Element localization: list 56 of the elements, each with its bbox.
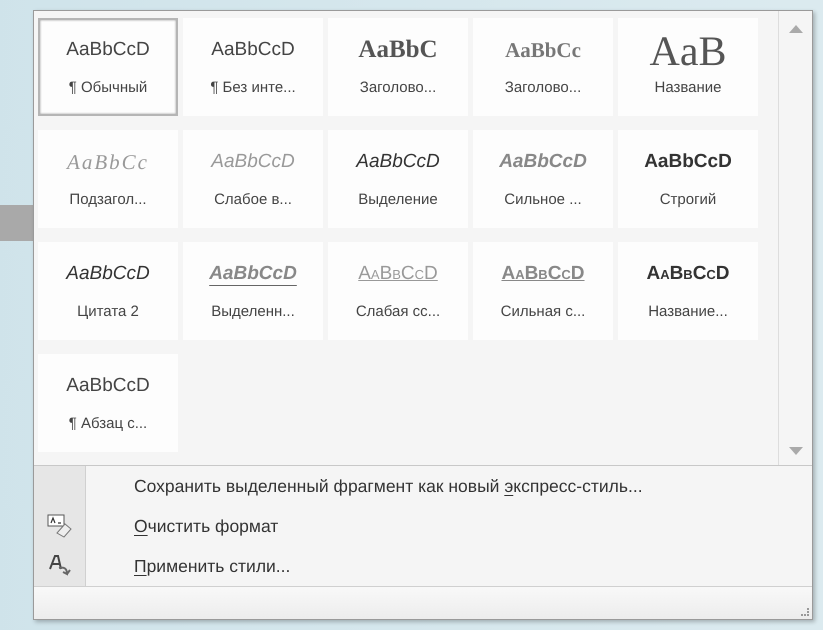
clear-format-icon	[46, 514, 72, 538]
menu-item[interactable]: Очистить формат	[130, 512, 282, 540]
style-label: Выделенн...	[211, 302, 295, 322]
style-label: ¶ Абзац с...	[68, 414, 148, 434]
style-label: Цитата 2	[77, 302, 139, 322]
style-tile[interactable]: AaBbCcD ¶ Абзац с...	[38, 354, 178, 452]
style-label: Заголово...	[360, 78, 436, 98]
style-sample: AaBbCcD	[356, 150, 440, 174]
style-tile[interactable]: AaBbCcD Цитата 2	[38, 242, 178, 340]
style-label: Слабое в...	[214, 190, 292, 210]
style-sample: AaBbCcD	[646, 262, 730, 286]
style-tile[interactable]: AaBbCcD ¶ Обычный	[38, 18, 178, 116]
style-sample: AaBbCcD	[66, 374, 150, 398]
style-label: Название	[654, 78, 722, 98]
style-label: Заголово...	[504, 78, 582, 98]
style-sample: AaBbCcD	[499, 150, 587, 174]
style-tile[interactable]: AaBbCcD Сильное ...	[473, 130, 613, 228]
style-label: ¶ Без инте...	[210, 78, 296, 98]
style-sample: AaBbCcD	[211, 38, 295, 62]
menu-item[interactable]: Применить стили...	[130, 552, 294, 580]
style-label: Сильная с...	[500, 302, 586, 322]
style-label: Слабая сс...	[356, 302, 440, 322]
style-sample: AaBbCc	[67, 148, 149, 176]
style-tile[interactable]: AaBbCcD Строгий	[618, 130, 758, 228]
menu-item[interactable]: Сохранить выделенный фрагмент как новый экспресс-стиль...	[130, 472, 647, 500]
style-tile[interactable]: AaBbCcD Сильная с...	[473, 242, 613, 340]
style-tile[interactable]: AaBbCcD Выделение	[328, 130, 468, 228]
style-label: Строгий	[660, 190, 716, 210]
style-label: Сильное ...	[504, 190, 582, 210]
scroll-down-icon[interactable]	[788, 447, 802, 455]
style-tile[interactable]: AaBbCc Подзагол...	[38, 130, 178, 228]
style-tile[interactable]: AaBbCcD Слабая сс...	[328, 242, 468, 340]
style-tile[interactable]: AaB Название	[618, 18, 758, 116]
resize-grip-icon[interactable]	[800, 607, 810, 617]
style-sample: AaBbCc	[505, 36, 581, 64]
style-tile[interactable]: AaBbCc Заголово...	[473, 18, 613, 116]
style-tile[interactable]: AaBbC Заголово...	[328, 18, 468, 116]
style-tile[interactable]: AaBbCcD ¶ Без инте...	[183, 18, 323, 116]
style-sample: AaB	[650, 34, 726, 67]
scroll-up-icon[interactable]	[788, 25, 802, 33]
style-sample: AaBbCcD	[501, 262, 585, 286]
style-tile[interactable]: AaBbCcD Слабое в...	[183, 130, 323, 228]
style-label: Название...	[648, 302, 728, 322]
apply-styles-icon	[46, 554, 72, 578]
style-sample: AaBbCcD	[358, 262, 438, 286]
style-sample: AaBbCcD	[66, 38, 150, 62]
style-sample: AaBbC	[358, 34, 438, 65]
style-sample: AaBbCcD	[211, 150, 295, 174]
style-label: Выделение	[358, 190, 438, 210]
style-label: Подзагол...	[69, 190, 147, 210]
style-tile[interactable]: AaBbCcD Название...	[618, 242, 758, 340]
style-sample: AaBbCcD	[209, 262, 297, 286]
style-sample: AaBbCcD	[66, 262, 150, 286]
style-sample: AaBbCcD	[644, 150, 732, 174]
style-label: ¶ Обычный	[68, 78, 148, 98]
style-tile[interactable]: AaBbCcD Выделенн...	[183, 242, 323, 340]
